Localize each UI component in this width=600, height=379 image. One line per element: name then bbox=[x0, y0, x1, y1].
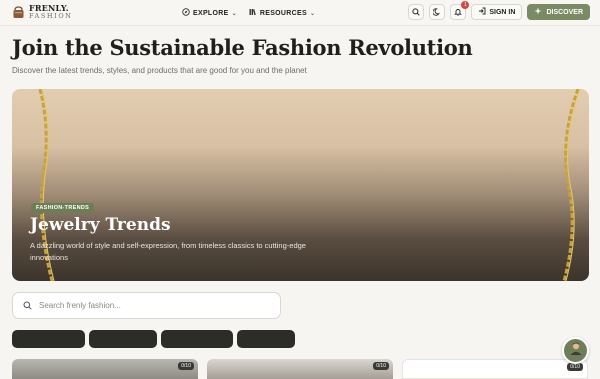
library-icon bbox=[249, 8, 257, 18]
notifications-button[interactable]: 1 bbox=[450, 1, 470, 20]
resources-label: RESOURCES bbox=[259, 9, 307, 17]
search-input[interactable]: Search frenly fashion... bbox=[39, 301, 121, 310]
theme-toggle-button[interactable] bbox=[429, 3, 446, 21]
sign-in-label: SIGN IN bbox=[489, 8, 516, 16]
filter-chip[interactable] bbox=[12, 330, 85, 348]
person-icon bbox=[568, 340, 584, 361]
main-menu: EXPLORE ⌄ RESOURCES ⌄ bbox=[182, 0, 315, 26]
nav-actions: 1 SIGN IN DISCOVER bbox=[408, 1, 590, 21]
sign-in-button[interactable]: SIGN IN bbox=[471, 4, 523, 20]
brand-text: FRENLY. FASHION bbox=[29, 4, 73, 20]
discover-button[interactable]: DISCOVER bbox=[527, 4, 590, 20]
product-card[interactable]: 0/10 bbox=[207, 359, 393, 379]
explore-menu[interactable]: EXPLORE ⌄ bbox=[182, 8, 237, 18]
discover-label: DISCOVER bbox=[546, 8, 583, 16]
chevron-down-icon: ⌄ bbox=[231, 10, 237, 17]
page-subtitle: Discover the latest trends, styles, and … bbox=[12, 66, 307, 75]
resources-menu[interactable]: RESOURCES ⌄ bbox=[249, 8, 315, 18]
brand-logo[interactable]: FRENLY. FASHION bbox=[12, 4, 73, 20]
brand-name: FRENLY. bbox=[29, 3, 69, 13]
filter-chips bbox=[12, 330, 295, 348]
shopping-bag-icon bbox=[12, 5, 25, 19]
explore-label: EXPLORE bbox=[193, 9, 229, 17]
login-icon bbox=[478, 7, 486, 17]
search-icon bbox=[412, 3, 421, 21]
card-count-badge: 0/10 bbox=[373, 362, 389, 370]
search-icon bbox=[23, 297, 32, 315]
product-card[interactable]: 0/10 bbox=[402, 359, 588, 379]
compass-icon bbox=[182, 8, 190, 18]
search-bar[interactable]: Search frenly fashion... bbox=[12, 292, 281, 319]
brand-subtitle: FASHION bbox=[29, 12, 73, 20]
page-title: Join the Sustainable Fashion Revolution bbox=[12, 35, 473, 60]
category-tag[interactable]: FASHION-TRENDS bbox=[31, 203, 95, 213]
top-navbar: FRENLY. FASHION EXPLORE ⌄ RESOURCES ⌄ 1 … bbox=[0, 0, 600, 26]
card-count-badge: 0/10 bbox=[567, 363, 583, 371]
featured-hero-card[interactable]: FASHION-TRENDS Jewelry Trends A dazzling… bbox=[12, 89, 589, 281]
chevron-down-icon: ⌄ bbox=[309, 10, 316, 17]
filter-chip[interactable] bbox=[89, 330, 157, 348]
user-avatar[interactable] bbox=[562, 337, 589, 364]
hero-description: A dazzling world of style and self-expre… bbox=[30, 241, 306, 262]
notification-badge: 1 bbox=[461, 1, 470, 9]
hero-title: Jewelry Trends bbox=[30, 215, 171, 235]
sparkle-icon bbox=[534, 7, 542, 17]
product-card[interactable]: 0/10 bbox=[12, 359, 198, 379]
search-button[interactable] bbox=[408, 3, 425, 21]
filter-chip[interactable] bbox=[237, 330, 295, 348]
moon-icon bbox=[432, 3, 441, 21]
filter-chip[interactable] bbox=[161, 330, 233, 348]
card-count-badge: 0/10 bbox=[178, 362, 194, 370]
